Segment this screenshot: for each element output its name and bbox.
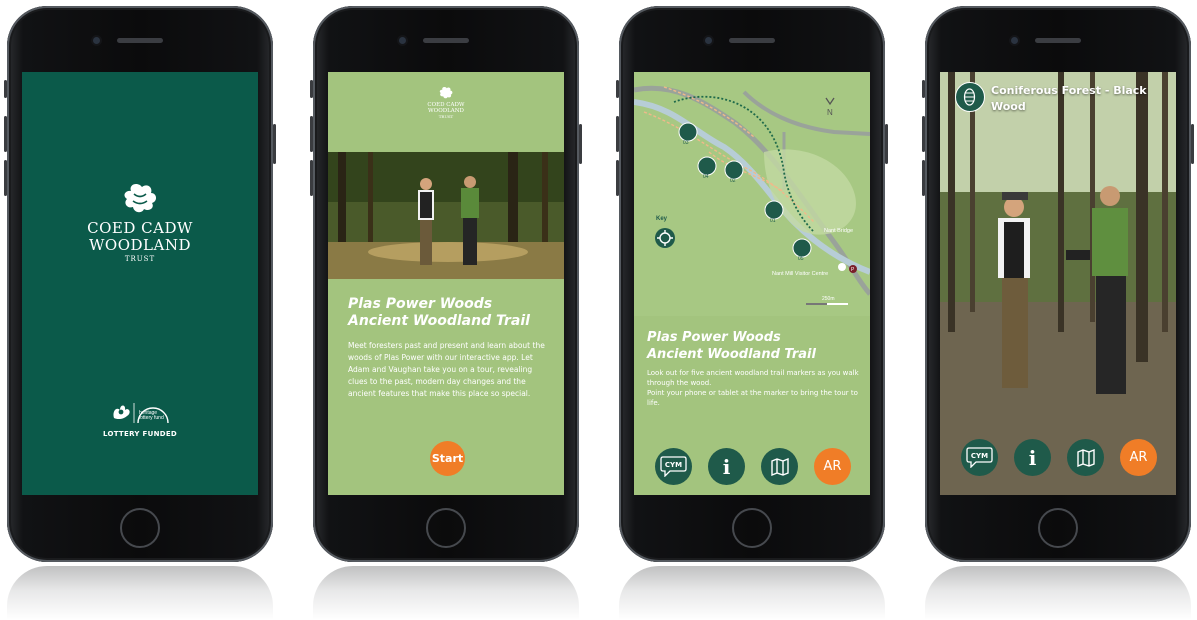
info-icon: i xyxy=(1028,445,1037,470)
welsh-language-button[interactable]: CYM xyxy=(961,439,998,476)
ar-label: AR xyxy=(1129,450,1148,465)
heritage-lottery-fund-logo-icon: heritage lottery fund xyxy=(113,403,169,424)
phone-1-reflection xyxy=(7,566,273,620)
speaker-grille xyxy=(423,38,469,43)
phone-1: COED CADW WOODLAND TRUST heritage lotter… xyxy=(4,6,276,562)
home-button[interactable] xyxy=(732,508,772,548)
nant-bridge-label: Nant Bridge xyxy=(824,228,853,234)
intro-screen: COED CADW WOODLAND TRUST Plas Power Wood… xyxy=(328,72,564,495)
phone-2-reflection xyxy=(313,566,579,620)
info-button[interactable]: i xyxy=(1014,439,1051,476)
logo-line3: TRUST xyxy=(438,114,454,119)
trail-title: Plas Power Woods Ancient Woodland Trail xyxy=(647,329,862,363)
bottom-nav: CYM i AR xyxy=(940,439,1176,479)
ar-forest-scene-image xyxy=(940,72,1176,495)
trail-instructions: Look out for five ancient woodland trail… xyxy=(647,368,862,408)
trail-title: Plas Power Woods Ancient Woodland Trail xyxy=(348,296,558,330)
speaker-grille xyxy=(117,38,163,43)
start-button[interactable]: Start xyxy=(430,441,465,476)
trail-title-line2: Ancient Woodland Trail xyxy=(348,313,530,329)
woodland-trust-logo-icon xyxy=(124,183,157,213)
info-icon: i xyxy=(722,454,731,479)
speaker-grille xyxy=(1035,38,1081,43)
svg-text:03: 03 xyxy=(683,140,689,146)
home-button[interactable] xyxy=(426,508,466,548)
foresters-photo xyxy=(328,152,564,279)
map-button[interactable] xyxy=(761,448,798,485)
map-icon xyxy=(1076,448,1095,467)
trail-map[interactable]: N 03 04 02 01 05 Key Nant Bridge P Nant … xyxy=(634,72,870,316)
north-label: N xyxy=(827,108,833,117)
front-camera xyxy=(705,37,712,44)
phone-4-reflection xyxy=(925,566,1191,620)
home-button[interactable] xyxy=(120,508,160,548)
front-camera xyxy=(399,37,406,44)
brand-name-line1: COED CADW xyxy=(87,219,193,237)
phone-2: COED CADW WOODLAND TRUST Plas Power Wood… xyxy=(310,6,582,562)
visitor-centre-label: Nant Mill Visitor Centre xyxy=(772,271,828,277)
phone-3-reflection xyxy=(619,566,885,620)
ar-label: AR xyxy=(823,459,842,474)
map-icon xyxy=(770,457,789,476)
header-logo: COED CADW WOODLAND TRUST xyxy=(328,86,564,120)
trail-title-line1: Plas Power Woods xyxy=(647,330,781,345)
map-screen: N 03 04 02 01 05 Key Nant Bridge P Nant … xyxy=(634,72,870,495)
svg-text:05: 05 xyxy=(798,256,804,262)
ar-view-screen: Coniferous Forest - Black Wood CYM i AR xyxy=(940,72,1176,495)
front-camera xyxy=(93,37,100,44)
instructions-line2: Point your phone or tablet at the marker… xyxy=(647,389,858,407)
intro-description: Meet foresters past and present and lear… xyxy=(348,341,545,398)
welsh-language-button[interactable]: CYM xyxy=(655,448,692,485)
speaker-grille xyxy=(729,38,775,43)
brand-name-line2: WOODLAND xyxy=(89,236,191,254)
phone-4: Coniferous Forest - Black Wood CYM i AR xyxy=(922,6,1194,562)
svg-text:02: 02 xyxy=(730,178,736,184)
scale-label: 250m xyxy=(822,296,835,302)
pinecone-icon xyxy=(963,88,976,106)
location-title: Coniferous Forest - Black Wood xyxy=(991,84,1147,113)
svg-text:lottery fund: lottery fund xyxy=(139,415,164,421)
home-button[interactable] xyxy=(1038,508,1078,548)
map-key-label: Key xyxy=(656,216,668,222)
trail-map-graphic: N 03 04 02 01 05 Key Nant Bridge P Nant … xyxy=(634,72,870,316)
ar-button[interactable]: AR xyxy=(814,448,851,485)
forest-scene-image xyxy=(328,152,564,279)
brand-name-line3: TRUST xyxy=(124,255,156,263)
svg-text:04: 04 xyxy=(703,174,709,180)
ar-button[interactable]: AR xyxy=(1120,439,1157,476)
cym-label: CYM xyxy=(664,460,683,469)
trail-title-line1: Plas Power Woods xyxy=(348,296,493,312)
splash-screen: COED CADW WOODLAND TRUST heritage lotter… xyxy=(22,72,258,495)
lottery-funded-label: LOTTERY FUNDED xyxy=(102,430,178,438)
bottom-nav: CYM i AR xyxy=(634,448,870,488)
front-camera xyxy=(1011,37,1018,44)
info-button[interactable]: i xyxy=(708,448,745,485)
conifer-badge-icon xyxy=(955,82,985,112)
trail-title-line2: Ancient Woodland Trail xyxy=(647,347,816,362)
svg-text:01: 01 xyxy=(770,218,776,224)
map-button[interactable] xyxy=(1067,439,1104,476)
instructions-line1: Look out for five ancient woodland trail… xyxy=(647,369,859,387)
cym-label: CYM xyxy=(970,451,989,460)
phone-3: N 03 04 02 01 05 Key Nant Bridge P Nant … xyxy=(616,6,888,562)
map-key-button[interactable] xyxy=(655,228,675,248)
woodland-trust-logo-icon xyxy=(439,86,453,99)
